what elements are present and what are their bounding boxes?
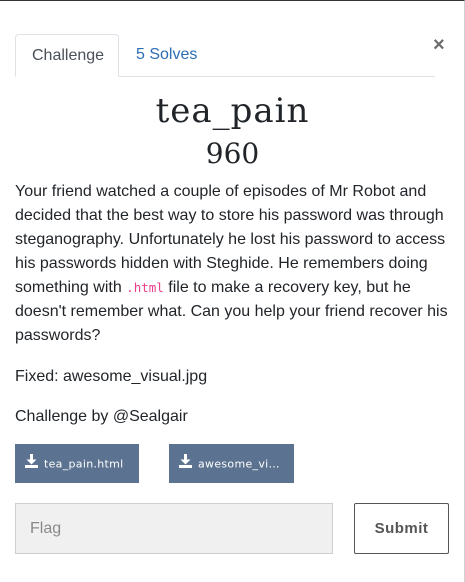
- fixed-note: Fixed: awesome_visual.jpg: [15, 368, 208, 385]
- file-name: tea_pain.html: [44, 457, 124, 471]
- download-icon: [25, 445, 38, 484]
- challenge-points: 960: [205, 137, 260, 170]
- author-note: Challenge by @Sealgair: [15, 408, 188, 425]
- file-download-button-awesome-visual[interactable]: awesome_vi…: [169, 444, 294, 483]
- download-icon: [179, 445, 192, 484]
- submit-button[interactable]: Submit: [354, 503, 449, 554]
- tab-solves[interactable]: 5 Solves: [120, 34, 213, 76]
- file-name: awesome_vi…: [198, 457, 280, 471]
- tab-challenge[interactable]: Challenge: [15, 34, 119, 77]
- file-download-button-tea-pain[interactable]: tea_pain.html: [15, 444, 139, 483]
- challenge-tabs: Challenge 5 Solves: [15, 34, 435, 77]
- description-code: .html: [126, 280, 164, 295]
- challenge-name: tea_pain: [155, 91, 310, 131]
- close-button[interactable]: ×: [433, 34, 445, 57]
- flag-input[interactable]: [15, 503, 333, 554]
- challenge-description: Your friend watched a couple of episodes…: [15, 180, 455, 348]
- challenge-modal: Challenge 5 Solves × tea_pain 960 Your f…: [0, 0, 465, 582]
